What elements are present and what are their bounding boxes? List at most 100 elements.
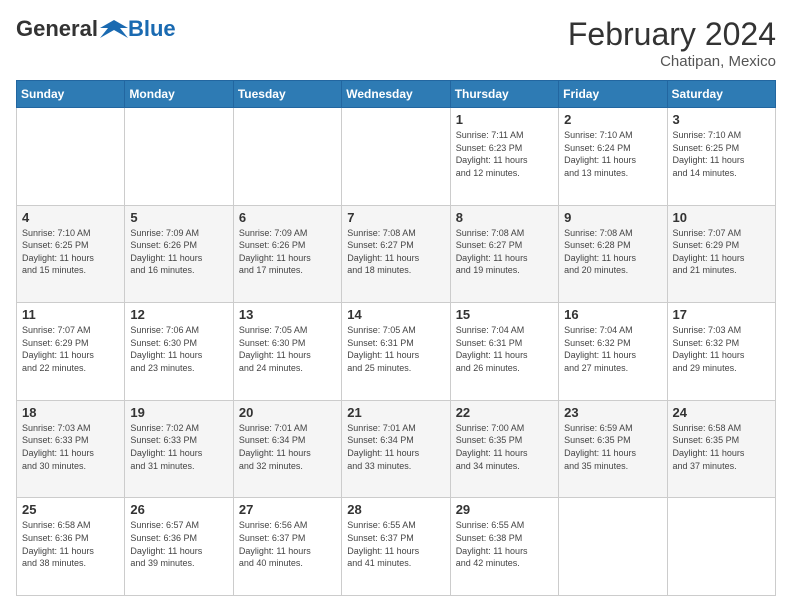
calendar-cell	[125, 108, 233, 206]
day-number: 12	[130, 307, 227, 322]
calendar-cell: 17 Sunrise: 7:03 AMSunset: 6:32 PMDayligh…	[667, 303, 775, 401]
calendar-cell: 9 Sunrise: 7:08 AMSunset: 6:28 PMDaylight…	[559, 205, 667, 303]
calendar-cell	[559, 498, 667, 596]
day-number: 11	[22, 307, 119, 322]
day-info: Sunrise: 7:08 AMSunset: 6:27 PMDaylight:…	[347, 227, 444, 277]
calendar-cell: 14 Sunrise: 7:05 AMSunset: 6:31 PMDayligh…	[342, 303, 450, 401]
calendar-cell: 18 Sunrise: 7:03 AMSunset: 6:33 PMDayligh…	[17, 400, 125, 498]
col-sunday: Sunday	[17, 81, 125, 108]
day-info: Sunrise: 6:58 AMSunset: 6:36 PMDaylight:…	[22, 519, 119, 569]
day-info: Sunrise: 7:09 AMSunset: 6:26 PMDaylight:…	[239, 227, 336, 277]
logo: General Blue	[16, 16, 176, 42]
day-info: Sunrise: 7:07 AMSunset: 6:29 PMDaylight:…	[673, 227, 770, 277]
calendar-cell: 1 Sunrise: 7:11 AMSunset: 6:23 PMDaylight…	[450, 108, 558, 206]
calendar-cell: 24 Sunrise: 6:58 AMSunset: 6:35 PMDayligh…	[667, 400, 775, 498]
logo-general: General	[16, 16, 98, 42]
day-info: Sunrise: 7:00 AMSunset: 6:35 PMDaylight:…	[456, 422, 553, 472]
calendar-table: Sunday Monday Tuesday Wednesday Thursday…	[16, 80, 776, 596]
day-info: Sunrise: 6:57 AMSunset: 6:36 PMDaylight:…	[130, 519, 227, 569]
calendar-cell: 29 Sunrise: 6:55 AMSunset: 6:38 PMDayligh…	[450, 498, 558, 596]
calendar-cell: 21 Sunrise: 7:01 AMSunset: 6:34 PMDayligh…	[342, 400, 450, 498]
calendar-cell: 27 Sunrise: 6:56 AMSunset: 6:37 PMDayligh…	[233, 498, 341, 596]
calendar-header-row: Sunday Monday Tuesday Wednesday Thursday…	[17, 81, 776, 108]
logo-text: General Blue	[16, 16, 176, 42]
day-info: Sunrise: 7:08 AMSunset: 6:27 PMDaylight:…	[456, 227, 553, 277]
title-block: February 2024 Chatipan, Mexico	[568, 16, 776, 70]
calendar-cell	[233, 108, 341, 206]
day-number: 28	[347, 502, 444, 517]
logo-bird-icon	[100, 18, 128, 40]
day-info: Sunrise: 7:04 AMSunset: 6:31 PMDaylight:…	[456, 324, 553, 374]
day-number: 13	[239, 307, 336, 322]
calendar-cell: 19 Sunrise: 7:02 AMSunset: 6:33 PMDayligh…	[125, 400, 233, 498]
calendar-cell: 28 Sunrise: 6:55 AMSunset: 6:37 PMDayligh…	[342, 498, 450, 596]
calendar-cell: 26 Sunrise: 6:57 AMSunset: 6:36 PMDayligh…	[125, 498, 233, 596]
calendar-week-row: 1 Sunrise: 7:11 AMSunset: 6:23 PMDaylight…	[17, 108, 776, 206]
day-number: 1	[456, 112, 553, 127]
col-monday: Monday	[125, 81, 233, 108]
calendar-cell: 23 Sunrise: 6:59 AMSunset: 6:35 PMDayligh…	[559, 400, 667, 498]
day-info: Sunrise: 7:01 AMSunset: 6:34 PMDaylight:…	[239, 422, 336, 472]
day-info: Sunrise: 6:56 AMSunset: 6:37 PMDaylight:…	[239, 519, 336, 569]
day-number: 23	[564, 405, 661, 420]
calendar-cell: 8Sunrise: 7:08 AMSunset: 6:27 PMDaylight…	[450, 205, 558, 303]
day-number: 2	[564, 112, 661, 127]
day-info: Sunrise: 7:05 AMSunset: 6:31 PMDaylight:…	[347, 324, 444, 374]
day-number: 19	[130, 405, 227, 420]
calendar-cell	[17, 108, 125, 206]
day-info: Sunrise: 7:09 AMSunset: 6:26 PMDaylight:…	[130, 227, 227, 277]
day-number: 9	[564, 210, 661, 225]
day-number: 14	[347, 307, 444, 322]
day-number: 27	[239, 502, 336, 517]
col-friday: Friday	[559, 81, 667, 108]
day-info: Sunrise: 7:11 AMSunset: 6:23 PMDaylight:…	[456, 129, 553, 179]
header: General Blue February 2024 Chatipan, Mex…	[16, 16, 776, 70]
day-info: Sunrise: 6:55 AMSunset: 6:38 PMDaylight:…	[456, 519, 553, 569]
day-number: 21	[347, 405, 444, 420]
calendar-cell: 16Sunrise: 7:04 AMSunset: 6:32 PMDayligh…	[559, 303, 667, 401]
day-number: 24	[673, 405, 770, 420]
day-number: 5	[130, 210, 227, 225]
day-info: Sunrise: 7:03 AMSunset: 6:32 PMDaylight:…	[673, 324, 770, 374]
day-info: Sunrise: 7:04 AMSunset: 6:32 PMDaylight:…	[564, 324, 661, 374]
day-info: Sunrise: 7:03 AMSunset: 6:33 PMDaylight:…	[22, 422, 119, 472]
calendar-cell: 20Sunrise: 7:01 AMSunset: 6:34 PMDayligh…	[233, 400, 341, 498]
subtitle: Chatipan, Mexico	[568, 53, 776, 70]
day-number: 6	[239, 210, 336, 225]
day-info: Sunrise: 7:06 AMSunset: 6:30 PMDaylight:…	[130, 324, 227, 374]
calendar-cell: 22 Sunrise: 7:00 AMSunset: 6:35 PMDayligh…	[450, 400, 558, 498]
day-number: 25	[22, 502, 119, 517]
day-number: 3	[673, 112, 770, 127]
day-info: Sunrise: 7:10 AMSunset: 6:25 PMDaylight:…	[673, 129, 770, 179]
calendar-week-row: 4Sunrise: 7:10 AMSunset: 6:25 PMDaylight…	[17, 205, 776, 303]
day-number: 4	[22, 210, 119, 225]
col-saturday: Saturday	[667, 81, 775, 108]
calendar-week-row: 11 Sunrise: 7:07 AMSunset: 6:29 PMDayligh…	[17, 303, 776, 401]
day-number: 7	[347, 210, 444, 225]
calendar-cell: 15 Sunrise: 7:04 AMSunset: 6:31 PMDayligh…	[450, 303, 558, 401]
day-info: Sunrise: 7:08 AMSunset: 6:28 PMDaylight:…	[564, 227, 661, 277]
calendar-cell: 10Sunrise: 7:07 AMSunset: 6:29 PMDayligh…	[667, 205, 775, 303]
day-info: Sunrise: 7:01 AMSunset: 6:34 PMDaylight:…	[347, 422, 444, 472]
col-tuesday: Tuesday	[233, 81, 341, 108]
day-info: Sunrise: 7:02 AMSunset: 6:33 PMDaylight:…	[130, 422, 227, 472]
day-number: 15	[456, 307, 553, 322]
day-info: Sunrise: 6:55 AMSunset: 6:37 PMDaylight:…	[347, 519, 444, 569]
main-title: February 2024	[568, 16, 776, 53]
day-number: 22	[456, 405, 553, 420]
calendar-cell: 13 Sunrise: 7:05 AMSunset: 6:30 PMDayligh…	[233, 303, 341, 401]
day-number: 18	[22, 405, 119, 420]
calendar-week-row: 25 Sunrise: 6:58 AMSunset: 6:36 PMDayligh…	[17, 498, 776, 596]
calendar-cell: 4Sunrise: 7:10 AMSunset: 6:25 PMDaylight…	[17, 205, 125, 303]
day-number: 26	[130, 502, 227, 517]
day-number: 17	[673, 307, 770, 322]
day-info: Sunrise: 7:05 AMSunset: 6:30 PMDaylight:…	[239, 324, 336, 374]
day-number: 29	[456, 502, 553, 517]
page: General Blue February 2024 Chatipan, Mex…	[0, 0, 792, 612]
day-info: Sunrise: 7:07 AMSunset: 6:29 PMDaylight:…	[22, 324, 119, 374]
calendar-cell: 5 Sunrise: 7:09 AMSunset: 6:26 PMDaylight…	[125, 205, 233, 303]
day-info: Sunrise: 6:58 AMSunset: 6:35 PMDaylight:…	[673, 422, 770, 472]
day-info: Sunrise: 6:59 AMSunset: 6:35 PMDaylight:…	[564, 422, 661, 472]
col-thursday: Thursday	[450, 81, 558, 108]
day-info: Sunrise: 7:10 AMSunset: 6:24 PMDaylight:…	[564, 129, 661, 179]
